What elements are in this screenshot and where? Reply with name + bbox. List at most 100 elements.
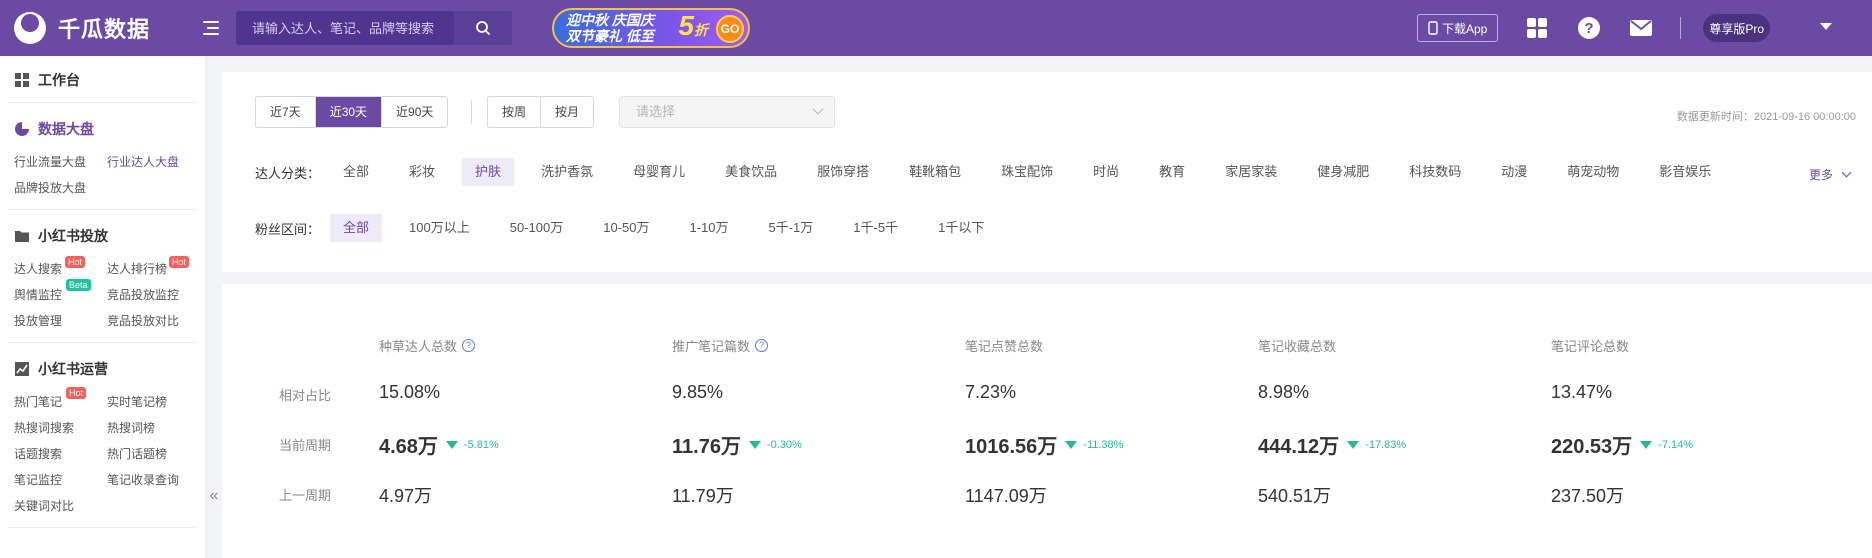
header-actions: 下载App ? 尊享版Pro [1416,14,1872,42]
mail-icon[interactable] [1628,15,1654,41]
stat-delta: -5.81% [463,438,499,451]
sidebar-item-kol-search[interactable]: 达人搜索 Hot [14,256,107,282]
sidebar-item-placement-management[interactable]: 投放管理 [14,308,107,334]
date-range-7d[interactable]: 近7天 [256,97,316,127]
row-label-ratio: 相对占比 [279,388,332,403]
sidebar-item-competitor-monitor[interactable]: 竞品投放监控 [107,282,207,308]
logo[interactable]: 千瓜数据 [14,12,184,44]
hot-badge: Hot [66,387,87,399]
download-app-label: 下载App [1441,21,1488,36]
fans-chip[interactable]: 1-10万 [676,214,741,242]
sidebar-section-workbench[interactable]: 工作台 [0,60,205,100]
category-chip[interactable]: 教育 [1146,158,1198,186]
help-circle-icon[interactable]: ? [462,339,476,352]
header-divider [1680,17,1682,39]
category-chip[interactable]: 母婴育儿 [620,158,698,186]
sidebar-links-xhs-operations: 热门笔记 Hot 实时笔记榜 热搜词搜索 热搜词榜 话题搜索 热门话题榜 笔记监控… [0,387,207,519]
fans-chip[interactable]: 10-50万 [590,214,662,242]
sidebar-item-hot-notes[interactable]: 热门笔记 Hot [14,387,107,415]
category-chip-selected[interactable]: 护肤 [462,158,515,186]
search-input[interactable] [236,11,454,45]
sidebar: 工作台 数据大盘 行业流量大盘 行业达人大盘 品牌投放大盘 小红书投放 达人搜索… [0,56,206,558]
date-range-90d[interactable]: 近90天 [382,97,448,127]
fans-chip[interactable]: 1千以下 [925,214,997,242]
trend-down-icon [445,440,458,449]
hot-badge: Hot [169,256,190,268]
folder-icon [15,231,29,242]
sidebar-item-brand-placement[interactable]: 品牌投放大盘 [14,175,107,201]
fans-chip[interactable]: 5千-1万 [756,214,827,242]
category-chip[interactable]: 服饰穿搭 [804,158,882,186]
period-select[interactable]: 请选择 [619,96,835,128]
sidebar-item-kol-ranking[interactable]: 达人排行榜 Hot [107,256,207,282]
category-chip[interactable]: 全部 [330,158,382,186]
sidebar-section-xhs-placement[interactable]: 小红书投放 [0,216,205,256]
fans-chip[interactable]: 50-100万 [497,214,576,242]
promo-go-button[interactable]: GO [716,15,744,43]
sidebar-divider [8,102,197,103]
stat-ratio: 9.85% [672,382,724,402]
category-filter-label: 达人分类： [255,165,321,181]
sidebar-divider [8,209,197,210]
stat-current: 4.68万 -5.81% [379,436,499,458]
promo-line-1: 迎中秋 庆国庆 [566,12,654,28]
category-chip[interactable]: 时尚 [1080,158,1132,186]
sidebar-item-keyword-compare[interactable]: 关键词对比 [14,493,107,519]
help-icon[interactable]: ? [1576,15,1602,41]
category-chip[interactable]: 彩妆 [396,158,448,186]
stat-previous: 11.79万 [672,486,734,506]
promo-banner[interactable]: 迎中秋 庆国庆 双节豪礼 低至 5折 GO [552,8,750,48]
sidebar-item-note-index-query[interactable]: 笔记收录查询 [107,467,207,493]
stat-current: 11.76万 -0.30% [672,436,802,458]
sidebar-item-sentiment-monitor[interactable]: 舆情监控 Beta [14,279,107,308]
sidebar-item-topic-search[interactable]: 话题搜索 [14,441,107,467]
category-chip[interactable]: 动漫 [1488,158,1540,186]
more-categories-button[interactable]: 更多 [1809,166,1852,183]
download-app-button[interactable]: 下载App [1416,14,1499,42]
category-chip[interactable]: 美食饮品 [712,158,790,186]
category-chip[interactable]: 鞋靴箱包 [896,158,974,186]
granularity-month[interactable]: 按月 [541,97,594,127]
sidebar-item-hot-search-ranking[interactable]: 热搜词榜 [107,415,207,441]
category-chip[interactable]: 洗护香氛 [528,158,606,186]
stat-previous: 1147.09万 [965,486,1047,506]
search-button[interactable] [454,11,512,45]
category-chip[interactable]: 影音娱乐 [1646,158,1724,186]
sidebar-item-competitor-compare[interactable]: 竞品投放对比 [107,308,207,334]
category-chip[interactable]: 健身减肥 [1304,158,1382,186]
stat-previous: 237.50万 [1551,486,1625,506]
category-chip[interactable]: 家居家装 [1212,158,1290,186]
search-icon [476,21,491,36]
apps-grid-icon[interactable] [1524,15,1550,41]
sidebar-item-note-monitor[interactable]: 笔记监控 [14,467,107,493]
category-chip[interactable]: 科技数码 [1396,158,1474,186]
menu-toggle-icon[interactable] [200,17,222,39]
sidebar-item-industry-traffic[interactable]: 行业流量大盘 [14,149,107,175]
stat-ratio: 13.47% [1551,382,1613,402]
beta-badge: Beta [66,279,91,291]
fans-filter-row: 粉丝区间： 全部 100万以上 50-100万 10-50万 1-10万 5千-… [255,214,1011,242]
sidebar-divider [8,527,197,528]
sidebar-item-realtime-notes[interactable]: 实时笔记榜 [107,389,207,415]
fans-chip-selected[interactable]: 全部 [330,214,383,242]
period-select-placeholder: 请选择 [636,104,676,119]
stat-delta: -7.14% [1658,438,1694,451]
category-chip[interactable]: 珠宝配饰 [988,158,1066,186]
granularity-week[interactable]: 按周 [488,97,542,127]
sidebar-item-hot-search-words[interactable]: 热搜词搜索 [14,415,107,441]
sidebar-section-xhs-operations[interactable]: 小红书运营 [0,349,205,389]
date-range-30d[interactable]: 近30天 [315,97,383,127]
row-label-previous: 上一周期 [279,488,332,503]
date-range-group: 近7天 近30天 近90天 [255,96,449,128]
sidebar-section-data-dashboard[interactable]: 数据大盘 [0,109,205,149]
sidebar-item-hot-topics[interactable]: 热门话题榜 [107,441,207,467]
fans-chip[interactable]: 100万以上 [396,214,483,242]
category-chip[interactable]: 萌宠动物 [1554,158,1632,186]
sidebar-collapse-icon[interactable]: « [206,456,222,536]
help-circle-icon[interactable]: ? [755,339,769,352]
user-menu-caret-icon[interactable] [1820,23,1832,30]
sidebar-item-industry-kol[interactable]: 行业达人大盘 [107,149,207,175]
fans-chip[interactable]: 1千-5千 [840,214,911,242]
update-time: 数据更新时间：2021-09-16 00:00:00 [1676,111,1856,123]
plan-badge[interactable]: 尊享版Pro [1703,14,1770,42]
